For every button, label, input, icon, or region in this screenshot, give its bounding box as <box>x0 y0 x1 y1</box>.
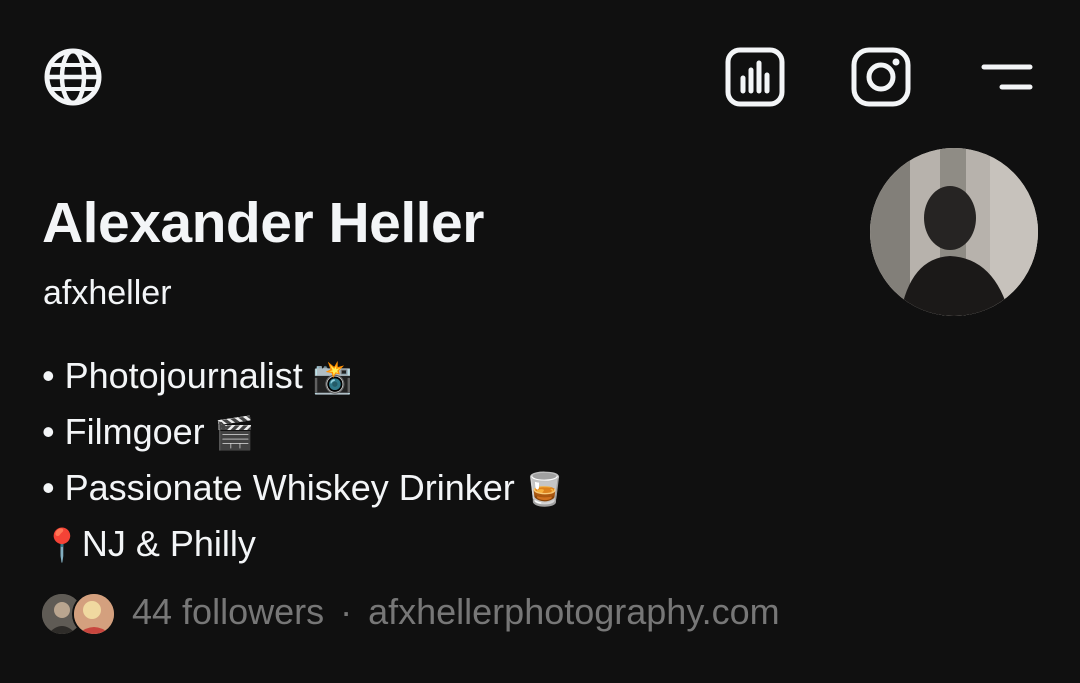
bio-line: • Photojournalist 📸 <box>42 355 353 396</box>
globe-icon <box>44 48 102 106</box>
follower-avatar <box>72 592 116 636</box>
instagram-button[interactable] <box>848 44 914 110</box>
tumbler-glass-emoji-icon: 🥃 <box>524 470 565 508</box>
followers-count[interactable]: 44 followers <box>132 591 324 633</box>
instagram-icon <box>851 47 911 107</box>
profile-name: Alexander Heller <box>42 191 484 255</box>
profile-handle: afxheller <box>43 274 172 312</box>
bio-line: 📍NJ & Philly <box>42 523 256 564</box>
bio-line: • Passionate Whiskey Drinker 🥃 <box>42 467 565 508</box>
globe-button[interactable] <box>40 44 106 110</box>
round-pushpin-emoji-icon: 📍 <box>42 526 82 564</box>
camera-flash-emoji-icon: 📸 <box>312 358 353 396</box>
separator-dot: · <box>340 591 353 632</box>
menu-icon <box>981 64 1033 90</box>
follower-avatars[interactable] <box>40 590 118 636</box>
profile-avatar[interactable] <box>870 148 1038 316</box>
profile-meta: 44 followers · afxhellerphotography.com <box>40 586 780 638</box>
bio-line: • Filmgoer 🎬 <box>42 411 255 452</box>
clapper-board-emoji-icon: 🎬 <box>214 414 255 452</box>
insights-button[interactable] <box>722 44 788 110</box>
menu-button[interactable] <box>972 54 1040 100</box>
website-link[interactable]: afxhellerphotography.com <box>368 591 780 633</box>
insights-icon <box>725 47 785 107</box>
profile-bio: • Photojournalist 📸 • Filmgoer 🎬 • Passi… <box>42 348 565 572</box>
